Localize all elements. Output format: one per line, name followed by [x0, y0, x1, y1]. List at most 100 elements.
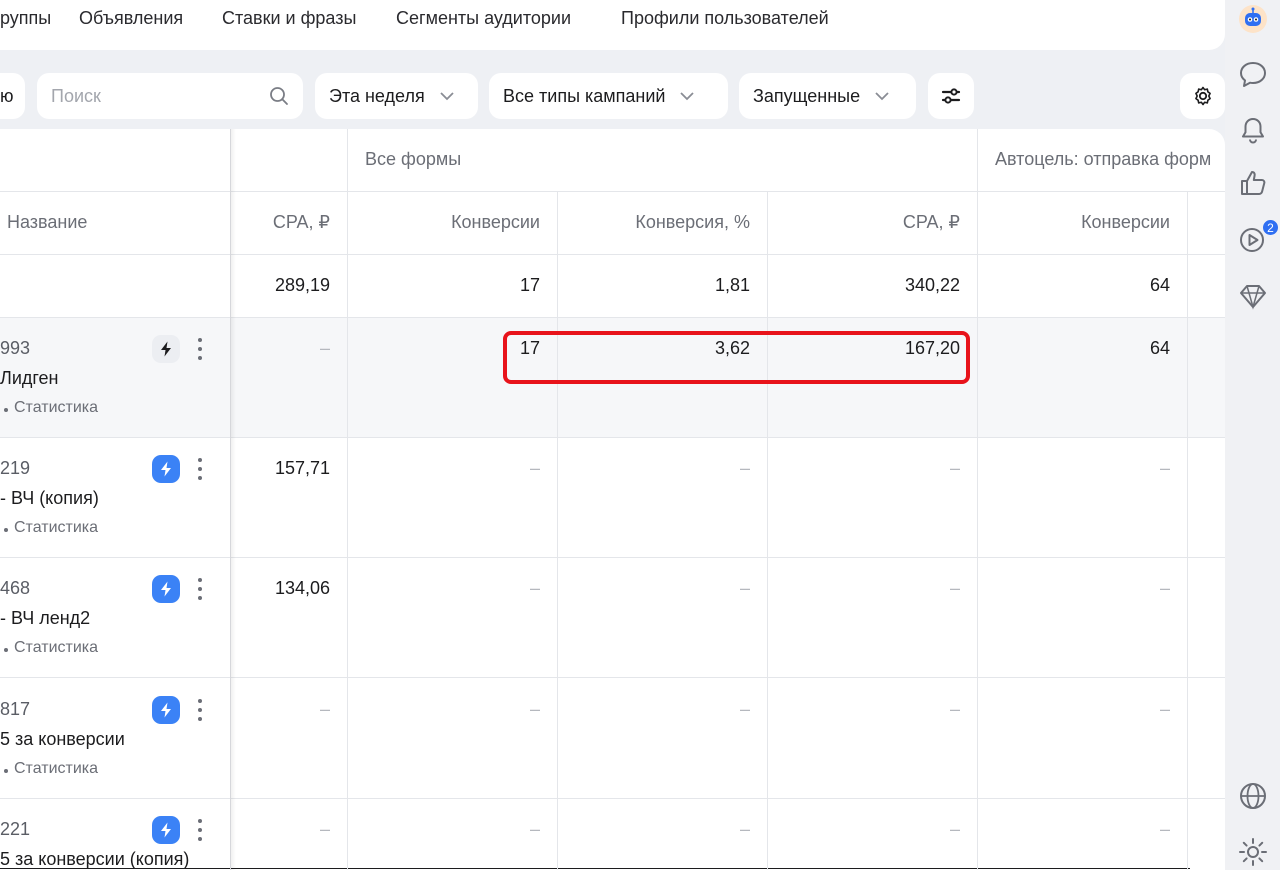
- search-icon[interactable]: [269, 86, 289, 106]
- autostrategy-button[interactable]: [152, 696, 180, 724]
- campaign-id[interactable]: 468: [0, 578, 30, 599]
- total-autogoal-conversions: 64: [1149, 275, 1170, 295]
- campaign-id[interactable]: 817: [0, 699, 30, 720]
- campaign-id[interactable]: 221: [0, 819, 30, 840]
- row-menu-button[interactable]: [193, 455, 207, 483]
- chevron-down-icon: [680, 92, 695, 101]
- cell-conversions: –: [529, 458, 540, 478]
- period-select-label: Эта неделя: [329, 85, 425, 106]
- campaign-name[interactable]: - ВЧ ленд2: [0, 608, 90, 629]
- column-header-autogoal-conversions[interactable]: Конверсии: [1081, 212, 1170, 233]
- globe-icon[interactable]: [1236, 779, 1270, 813]
- kebab-dot-icon: [198, 356, 202, 360]
- campaign-name[interactable]: 5 за конверсии: [0, 729, 125, 750]
- kebab-dot-icon: [198, 837, 202, 841]
- table-settings-button[interactable]: [1180, 73, 1225, 119]
- cell-autogoal-conversions: –: [1159, 819, 1170, 839]
- divider: [0, 437, 1225, 438]
- cell-cpa-prev: 157,71: [274, 458, 330, 478]
- divider: [977, 129, 978, 870]
- chevron-down-icon: [875, 92, 889, 101]
- autostrategy-button[interactable]: [152, 455, 180, 483]
- column-header-cpa[interactable]: CPA, ₽: [903, 212, 960, 233]
- sun-icon[interactable]: [1236, 835, 1270, 869]
- status-select-label: Запущенные: [753, 85, 861, 106]
- campaign-stats-link[interactable]: Статистика: [14, 760, 98, 778]
- kebab-dot-icon: [198, 828, 202, 832]
- kebab-dot-icon: [198, 347, 202, 351]
- column-header-conversion-rate[interactable]: Конверсия, %: [635, 212, 750, 233]
- divider: [0, 557, 1225, 558]
- search-input[interactable]: [51, 85, 251, 107]
- autostrategy-button[interactable]: [152, 816, 180, 844]
- row-menu-button[interactable]: [193, 696, 207, 724]
- filter-settings-button[interactable]: [928, 73, 974, 119]
- tab-user-profiles[interactable]: Профили пользователей: [621, 8, 829, 29]
- cell-cpa-prev: –: [319, 819, 330, 839]
- group-header-autogoal: Автоцель: отправка форм: [995, 149, 1212, 169]
- tab-ads[interactable]: Объявления: [79, 8, 183, 29]
- period-select[interactable]: Эта неделя: [315, 73, 478, 119]
- tab-groups[interactable]: руппы: [0, 8, 51, 29]
- chat-icon[interactable]: [1236, 57, 1270, 91]
- cell-conversions: –: [529, 699, 540, 719]
- cell-autogoal-conversions: 64: [1149, 338, 1170, 358]
- campaign-id[interactable]: 993: [0, 338, 30, 359]
- autostrategy-button[interactable]: [152, 335, 180, 363]
- campaign-stats-link[interactable]: Статистика: [14, 639, 98, 657]
- campaigns-table: Все формы Автоцель: отправка форм Назван…: [0, 129, 1225, 870]
- campaign-stats-link[interactable]: Статистика: [14, 399, 98, 417]
- cell-conversion-rate: –: [739, 819, 750, 839]
- bullet: [4, 769, 8, 773]
- row-menu-button[interactable]: [193, 335, 207, 363]
- diamond-icon[interactable]: [1236, 279, 1270, 313]
- lightning-icon: [161, 702, 171, 718]
- assistant-avatar-icon[interactable]: [1236, 2, 1270, 36]
- bullet: [4, 408, 8, 412]
- thumbs-up-icon[interactable]: [1236, 166, 1270, 200]
- status-select[interactable]: Запущенные: [739, 73, 916, 119]
- gear-icon: [1194, 86, 1211, 106]
- campaign-type-select[interactable]: Все типы кампаний: [489, 73, 728, 119]
- filter-chip-cut[interactable]: ю: [0, 73, 25, 119]
- cell-cpa-prev: 134,06: [274, 578, 330, 598]
- search-box[interactable]: [37, 73, 303, 119]
- cell-cpa-prev: –: [319, 338, 330, 358]
- campaign-stats-link[interactable]: Статистика: [14, 519, 98, 537]
- column-header-conversions[interactable]: Конверсии: [451, 212, 540, 233]
- campaign-type-label: Все типы кампаний: [503, 85, 666, 106]
- bell-icon[interactable]: [1236, 113, 1270, 147]
- kebab-dot-icon: [198, 699, 202, 703]
- lightning-icon: [161, 341, 171, 357]
- cell-cpa: –: [949, 578, 960, 598]
- campaign-name[interactable]: 5 за конверсии (копия): [0, 849, 189, 870]
- row-menu-button[interactable]: [193, 816, 207, 844]
- kebab-dot-icon: [198, 476, 202, 480]
- campaign-name[interactable]: - ВЧ (копия): [0, 488, 99, 509]
- row-menu-button[interactable]: [193, 575, 207, 603]
- cell-conversions: –: [529, 819, 540, 839]
- annotation-highlight-box: [503, 331, 970, 384]
- tab-audience-segments[interactable]: Сегменты аудитории: [396, 8, 571, 29]
- divider: [347, 129, 348, 870]
- lightning-icon: [161, 581, 171, 597]
- group-header-all-forms: Все формы: [365, 149, 462, 169]
- autostrategy-button[interactable]: [152, 575, 180, 603]
- kebab-dot-icon: [198, 338, 202, 342]
- cell-autogoal-conversions: –: [1159, 699, 1170, 719]
- column-header-name[interactable]: Название: [7, 212, 87, 233]
- column-header-cpa-prev[interactable]: CPA, ₽: [273, 212, 330, 233]
- cell-cpa: –: [949, 819, 960, 839]
- bullet: [4, 648, 8, 652]
- campaign-name[interactable]: Лидген: [0, 368, 59, 389]
- campaign-id[interactable]: 219: [0, 458, 30, 479]
- kebab-dot-icon: [198, 708, 202, 712]
- total-conversion-rate: 1,81: [714, 275, 750, 295]
- cell-conversion-rate: –: [739, 699, 750, 719]
- tab-bids-phrases[interactable]: Ставки и фразы: [222, 8, 356, 29]
- top-tabs-bar: руппы Объявления Ставки и фразы Сегменты…: [0, 0, 1225, 50]
- filter-chip-cut-label: ю: [0, 85, 14, 106]
- sticky-column-shadow: [230, 129, 236, 870]
- divider: [0, 798, 1225, 799]
- divider: [1187, 191, 1188, 870]
